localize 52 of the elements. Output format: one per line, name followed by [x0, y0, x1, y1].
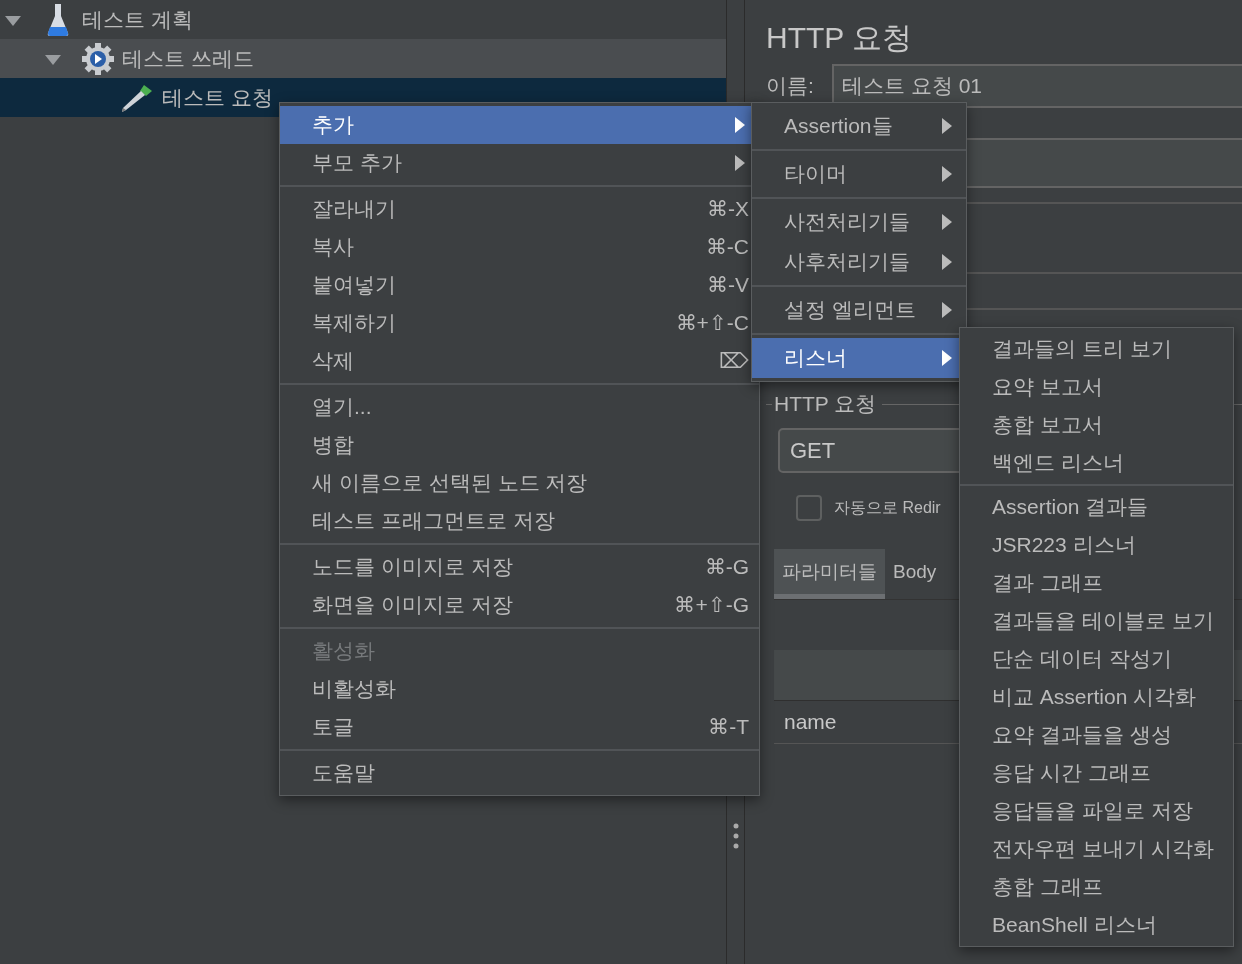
shortcut-label: ⌘-C	[705, 235, 749, 259]
section-title: HTTP 요청	[774, 391, 877, 417]
tree-label: 테스트 계획	[82, 6, 193, 33]
collapse-icon[interactable]	[5, 15, 21, 26]
menu-item[interactable]: 테스트 프래그먼트로 저장	[280, 502, 759, 540]
tree-label: 테스트 쓰레드	[122, 45, 254, 72]
shortcut-label: ⌦	[719, 349, 749, 373]
menu-item[interactable]: 결과들을 테이블로 보기	[960, 602, 1233, 640]
shortcut-label: ⌘-V	[707, 273, 749, 297]
menu-item[interactable]: JSR223 리스너	[960, 526, 1233, 564]
menu-item[interactable]: 사전처리기들	[752, 202, 966, 242]
menu-item[interactable]: 병합	[280, 426, 759, 464]
menu-item[interactable]: 토글 ⌘-T	[280, 708, 759, 746]
tree-label: 테스트 요청	[162, 84, 273, 111]
tree-row[interactable]: 테스트 계획	[0, 0, 726, 39]
flask-icon	[47, 2, 69, 37]
gear-icon	[81, 41, 115, 76]
checkbox[interactable]	[796, 495, 822, 521]
shortcut-label: ⌘+⇧-G	[674, 593, 749, 617]
shortcut-label: ⌘-T	[708, 715, 749, 739]
menu-item[interactable]: 총합 그래프	[960, 868, 1233, 906]
shortcut-label: ⌘-X	[707, 197, 749, 221]
menu-item[interactable]: 비활성화	[280, 670, 759, 708]
shortcut-label: ⌘-G	[704, 555, 749, 579]
menu-item[interactable]: 요약 결과들을 생성	[960, 716, 1233, 754]
menu-item[interactable]: BeanShell 리스너	[960, 906, 1233, 944]
tree-row[interactable]: 테스트 쓰레드	[0, 39, 726, 78]
panel-title: HTTP 요청	[766, 20, 914, 56]
splitter-handle-icon[interactable]	[732, 823, 739, 849]
menu-item[interactable]: Assertion 결과들	[960, 488, 1233, 526]
name-field[interactable]: 테스트 요청 01	[832, 64, 1242, 108]
menu-item[interactable]: 응답들을 파일로 저장	[960, 792, 1233, 830]
menu-item[interactable]: 열기...	[280, 388, 759, 426]
tab[interactable]: 파라미터들	[774, 549, 885, 599]
menu-item[interactable]: 결과 그래프	[960, 564, 1233, 602]
menu-item[interactable]: 노드를 이미지로 저장 ⌘-G	[280, 548, 759, 586]
menu-item[interactable]: 사후처리기들	[752, 242, 966, 282]
checkbox-label: 자동으로 Redir	[834, 497, 941, 518]
menu-item[interactable]: 화면을 이미지로 저장 ⌘+⇧-G	[280, 586, 759, 624]
menu-item[interactable]: 타이머	[752, 154, 966, 194]
collapse-icon[interactable]	[45, 54, 61, 65]
menu-item[interactable]: 도움말	[280, 754, 759, 792]
menu-item[interactable]: 비교 Assertion 시각화	[960, 678, 1233, 716]
menu-item[interactable]: 설정 엘리먼트	[752, 290, 966, 330]
menu-item[interactable]: 전자우편 보내기 시각화	[960, 830, 1233, 868]
shortcut-label: ⌘+⇧-C	[675, 311, 749, 335]
menu-item[interactable]: 새 이름으로 선택된 노드 저장	[280, 464, 759, 502]
table-cell: name	[784, 710, 837, 734]
menu-item[interactable]: 응답 시간 그래프	[960, 754, 1233, 792]
tab[interactable]: Body	[885, 549, 945, 599]
field-label: 이름:	[766, 73, 815, 99]
menu-item[interactable]: 단순 데이터 작성기	[960, 640, 1233, 678]
